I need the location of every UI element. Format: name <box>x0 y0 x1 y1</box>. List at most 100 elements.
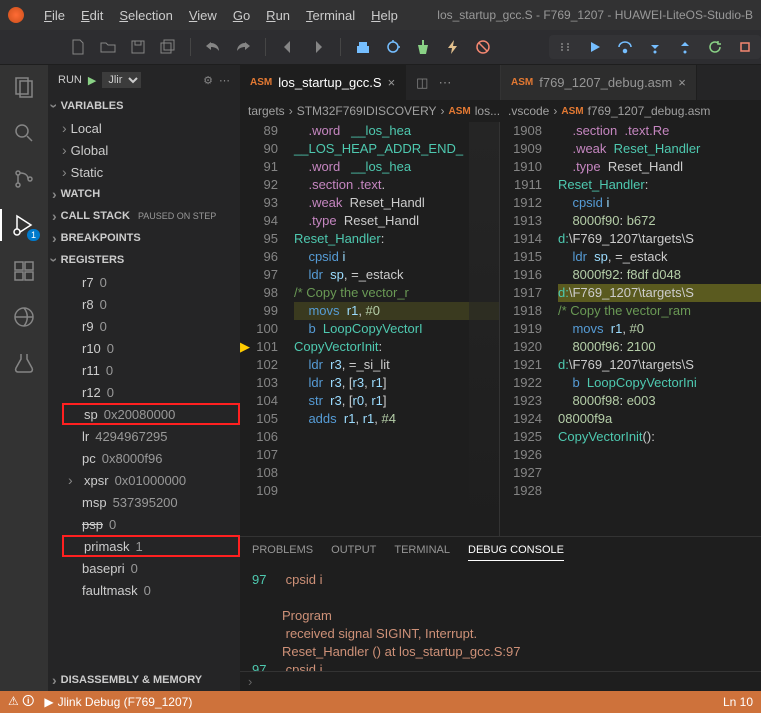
status-debug[interactable]: ▶ Jlink Debug (F769_1207) <box>44 695 192 709</box>
stop-icon[interactable] <box>737 39 753 55</box>
register-faultmask[interactable]: faultmask 0 <box>62 579 240 601</box>
section-registers[interactable]: REGISTERS <box>48 249 240 271</box>
debug-controls <box>549 35 761 59</box>
test-icon[interactable] <box>10 349 38 377</box>
remote-icon[interactable] <box>10 303 38 331</box>
section-breakpoints[interactable]: BREAKPOINTS <box>48 227 240 249</box>
redo-icon[interactable] <box>235 39 251 55</box>
section-callstack[interactable]: CALL STACKPAUSED ON STEP <box>48 205 240 227</box>
register-pc[interactable]: pc 0x8000f96 <box>62 447 240 469</box>
debug-config-select[interactable]: Jlir <box>102 72 141 88</box>
search-icon[interactable] <box>10 119 38 147</box>
debug-icon[interactable]: 1 <box>10 211 38 239</box>
continue-icon[interactable] <box>587 39 603 55</box>
minimap[interactable] <box>469 122 499 536</box>
more-icon[interactable]: ⋯ <box>219 74 230 87</box>
back-icon[interactable] <box>280 39 296 55</box>
register-r12[interactable]: r12 0 <box>62 381 240 403</box>
variables-local[interactable]: Local <box>62 117 240 139</box>
menu-help[interactable]: Help <box>363 8 406 23</box>
debug-badge: 1 <box>27 229 40 241</box>
bottom-panel: PROBLEMS OUTPUT TERMINAL DEBUG CONSOLE 9… <box>240 536 761 691</box>
step-over-icon[interactable] <box>617 39 633 55</box>
breadcrumbs-left[interactable]: targets › STM32F769IDISCOVERY › ASM los.… <box>240 100 500 122</box>
register-r10[interactable]: r10 0 <box>62 337 240 359</box>
scm-icon[interactable] <box>10 165 38 193</box>
gear-icon[interactable]: ⚙ <box>203 74 213 87</box>
open-icon[interactable] <box>100 39 116 55</box>
undo-icon[interactable] <box>205 39 221 55</box>
register-msp[interactable]: msp 537395200 <box>62 491 240 513</box>
debug-console-input[interactable]: › <box>240 671 761 691</box>
activity-bar: 1 <box>0 65 48 691</box>
panel-tab-debug-console[interactable]: DEBUG CONSOLE <box>468 544 564 561</box>
panel-tab-output[interactable]: OUTPUT <box>331 544 376 560</box>
start-debug-icon[interactable]: ▶ <box>88 74 96 87</box>
register-r9[interactable]: r9 0 <box>62 315 240 337</box>
new-file-icon[interactable] <box>70 39 86 55</box>
breadcrumbs-right[interactable]: .vscode › ASM f769_1207_debug.asm <box>500 100 761 122</box>
register-r7[interactable]: r7 0 <box>62 271 240 293</box>
flash-icon[interactable] <box>445 39 461 55</box>
explorer-icon[interactable] <box>10 73 38 101</box>
close-icon[interactable]: × <box>388 75 396 90</box>
register-basepri[interactable]: basepri 0 <box>62 557 240 579</box>
extensions-icon[interactable] <box>10 257 38 285</box>
register-r11[interactable]: r11 0 <box>62 359 240 381</box>
menu-selection[interactable]: Selection <box>111 8 180 23</box>
build-icon[interactable] <box>355 39 371 55</box>
menu-view[interactable]: View <box>181 8 225 23</box>
restart-icon[interactable] <box>707 39 723 55</box>
status-remote[interactable]: ⚠ 🛈 <box>8 692 34 713</box>
editor-tabs: ASMlos_startup_gcc.S× ◫ ⋯ ASMf769_1207_d… <box>240 65 761 100</box>
menu-go[interactable]: Go <box>225 8 258 23</box>
variables-global[interactable]: Global <box>62 139 240 161</box>
stop-build-icon[interactable] <box>475 39 491 55</box>
register-primask[interactable]: primask 1 <box>62 535 240 557</box>
sidebar: RUN ▶ Jlir ⚙ ⋯ VARIABLES Local Global St… <box>48 65 240 691</box>
code-pane-right[interactable]: 1908190919101911191219131914191519161917… <box>500 122 761 536</box>
code-pane-left[interactable]: 8990919293949596979899100▶10110210310410… <box>240 122 500 536</box>
register-sp[interactable]: sp 0x20080000 <box>62 403 240 425</box>
menu-file[interactable]: File <box>36 8 73 23</box>
step-into-icon[interactable] <box>647 39 663 55</box>
menu-edit[interactable]: Edit <box>73 8 111 23</box>
clean-icon[interactable] <box>415 39 431 55</box>
separator <box>265 38 266 56</box>
separator <box>190 38 191 56</box>
register-r8[interactable]: r8 0 <box>62 293 240 315</box>
split-icon[interactable]: ◫ <box>416 75 428 91</box>
close-icon[interactable]: × <box>678 75 686 90</box>
titlebar: File Edit Selection View Go Run Terminal… <box>0 0 761 30</box>
panel-tab-terminal[interactable]: TERMINAL <box>394 544 450 560</box>
section-variables[interactable]: VARIABLES <box>48 95 240 117</box>
section-disassembly[interactable]: DISASSEMBLY & MEMORY <box>48 669 240 691</box>
editor-area: ASMlos_startup_gcc.S× ◫ ⋯ ASMf769_1207_d… <box>240 65 761 691</box>
status-line[interactable]: Ln 10 <box>723 695 753 709</box>
register-lr[interactable]: lr 4294967295 <box>62 425 240 447</box>
forward-icon[interactable] <box>310 39 326 55</box>
more-icon[interactable]: ⋯ <box>438 75 451 91</box>
panel-tabs: PROBLEMS OUTPUT TERMINAL DEBUG CONSOLE <box>240 537 761 567</box>
tab-debug-asm[interactable]: ASMf769_1207_debug.asm× <box>501 65 697 100</box>
registers-list: r7 0r8 0r9 0r10 0r11 0r12 0sp 0x20080000… <box>48 271 240 601</box>
step-out-icon[interactable] <box>677 39 693 55</box>
variables-static[interactable]: Static <box>62 161 240 183</box>
rebuild-icon[interactable] <box>385 39 401 55</box>
drag-handle-icon[interactable] <box>557 39 573 55</box>
panel-tab-problems[interactable]: PROBLEMS <box>252 544 313 560</box>
run-label: RUN <box>58 74 82 86</box>
separator <box>340 38 341 56</box>
toolbar <box>0 30 761 65</box>
save-all-icon[interactable] <box>160 39 176 55</box>
menu-terminal[interactable]: Terminal <box>298 8 363 23</box>
save-icon[interactable] <box>130 39 146 55</box>
tab-los-startup[interactable]: ASMlos_startup_gcc.S× <box>240 65 406 100</box>
register-psp[interactable]: psp 0 <box>62 513 240 535</box>
section-watch[interactable]: WATCH <box>48 183 240 205</box>
register-xpsr[interactable]: xpsr 0x01000000 <box>62 469 240 491</box>
window-title: los_startup_gcc.S - F769_1207 - HUAWEI-L… <box>437 8 753 22</box>
debug-console-output[interactable]: 97 cpsid iProgram received signal SIGINT… <box>240 567 761 671</box>
statusbar: ⚠ 🛈 ▶ Jlink Debug (F769_1207) Ln 10 <box>0 691 761 713</box>
menu-run[interactable]: Run <box>258 8 298 23</box>
